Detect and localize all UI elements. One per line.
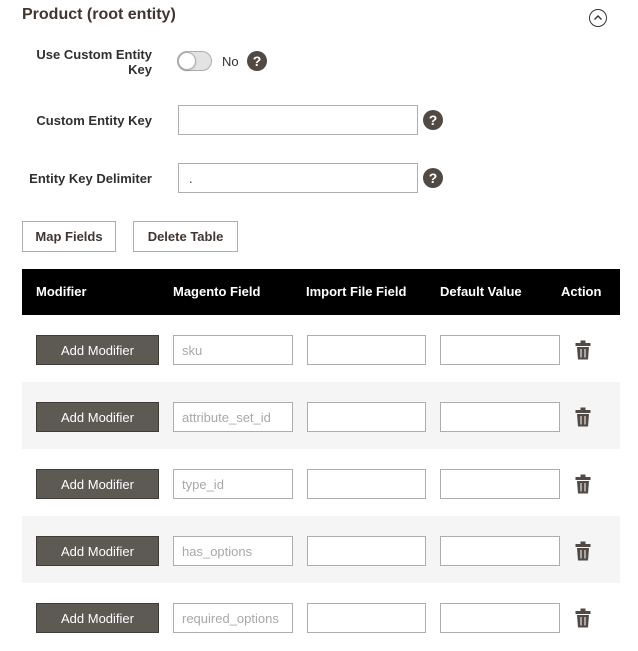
default-value-input[interactable] [440, 536, 560, 566]
add-modifier-button[interactable]: Add Modifier [36, 469, 159, 499]
table-row: Add Modifier [22, 315, 620, 382]
column-header-modifier: Modifier [36, 284, 87, 299]
trash-icon[interactable] [575, 407, 591, 427]
column-header-import-file-field: Import File Field [306, 284, 407, 299]
import-file-field-input[interactable] [307, 402, 426, 432]
trash-icon[interactable] [575, 474, 591, 494]
import-file-field-input[interactable] [307, 335, 426, 365]
trash-icon[interactable] [575, 541, 591, 561]
map-fields-button[interactable]: Map Fields [22, 221, 116, 252]
magento-field-input[interactable] [173, 536, 293, 566]
delimiter-label: Entity Key Delimiter [29, 171, 152, 186]
table-row: Add Modifier [22, 449, 620, 516]
question-circle-icon[interactable]: ? [423, 168, 443, 188]
trash-icon[interactable] [575, 340, 591, 360]
magento-field-input[interactable] [173, 603, 293, 633]
table-row: Add Modifier [22, 583, 620, 650]
question-circle-icon[interactable]: ? [423, 110, 443, 130]
default-value-input[interactable] [440, 469, 560, 499]
magento-field-input[interactable] [173, 402, 293, 432]
table-row: Add Modifier [22, 516, 620, 583]
import-file-field-input[interactable] [307, 603, 426, 633]
question-circle-icon[interactable]: ? [247, 51, 267, 71]
use-custom-key-toggle[interactable] [177, 51, 212, 71]
chevron-up-circle-icon[interactable] [589, 9, 607, 27]
trash-icon[interactable] [575, 608, 591, 628]
magento-field-input[interactable] [173, 335, 293, 365]
delimiter-input[interactable] [178, 163, 418, 193]
column-header-default-value: Default Value [440, 284, 522, 299]
import-file-field-input[interactable] [307, 469, 426, 499]
add-modifier-button[interactable]: Add Modifier [36, 603, 159, 633]
custom-key-input[interactable] [178, 105, 418, 135]
page: Product (root entity) Use Custom Entity … [0, 0, 638, 651]
toggle-knob [178, 52, 196, 70]
column-header-magento-field: Magento Field [173, 284, 261, 299]
add-modifier-button[interactable]: Add Modifier [36, 402, 159, 432]
column-header-action: Action [561, 284, 602, 299]
default-value-input[interactable] [440, 335, 560, 365]
custom-key-label: Custom Entity Key [36, 113, 152, 128]
section-title: Product (root entity) [22, 6, 176, 23]
magento-field-input[interactable] [173, 469, 293, 499]
default-value-input[interactable] [440, 603, 560, 633]
add-modifier-button[interactable]: Add Modifier [36, 536, 159, 566]
add-modifier-button[interactable]: Add Modifier [36, 335, 159, 365]
table-row: Add Modifier [22, 382, 620, 449]
toggle-state-text: No [222, 54, 239, 69]
use-custom-key-label: Use Custom Entity Key [36, 47, 152, 77]
default-value-input[interactable] [440, 402, 560, 432]
mapping-grid-header: Modifier Magento Field Import File Field… [22, 269, 620, 315]
import-file-field-input[interactable] [307, 536, 426, 566]
delete-table-button[interactable]: Delete Table [133, 221, 238, 252]
